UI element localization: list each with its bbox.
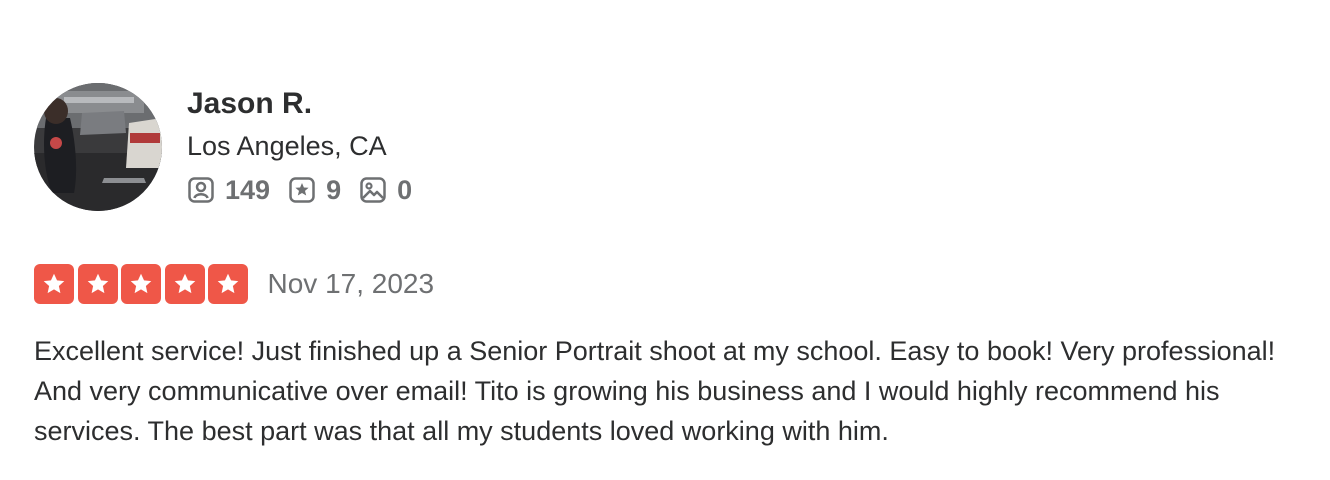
star-rating	[34, 264, 252, 304]
photos-count: 0	[397, 174, 413, 205]
avatar-photo	[34, 83, 162, 211]
review-date: Nov 17, 2023	[267, 268, 435, 299]
user-name[interactable]: Jason R.	[187, 84, 430, 124]
review-text: Excellent service! Just finished up a Se…	[34, 336, 1276, 446]
star-icon	[34, 264, 74, 304]
star-icon	[164, 264, 205, 304]
avatar[interactable]	[34, 83, 162, 211]
photos-icon	[359, 176, 387, 204]
review-card: Jason R. Los Angeles, CA 149 9 0 Nov 17,…	[0, 0, 1330, 480]
star-icon	[121, 264, 161, 304]
reviews-count: 9	[326, 174, 342, 205]
star-icon	[208, 264, 248, 304]
rating-row: Nov 17, 2023	[34, 264, 434, 304]
friends-icon	[187, 176, 215, 204]
stat-photos: 0	[359, 175, 412, 206]
star-icon	[77, 264, 118, 304]
reviews-icon	[288, 176, 316, 204]
user-info: Jason R. Los Angeles, CA 149 9 0	[187, 84, 430, 208]
stat-reviews: 9	[288, 175, 341, 206]
friends-count: 149	[225, 174, 271, 205]
user-location: Los Angeles, CA	[187, 131, 387, 161]
user-stats: 149 9 0	[187, 172, 430, 208]
stat-friends: 149	[187, 175, 270, 206]
